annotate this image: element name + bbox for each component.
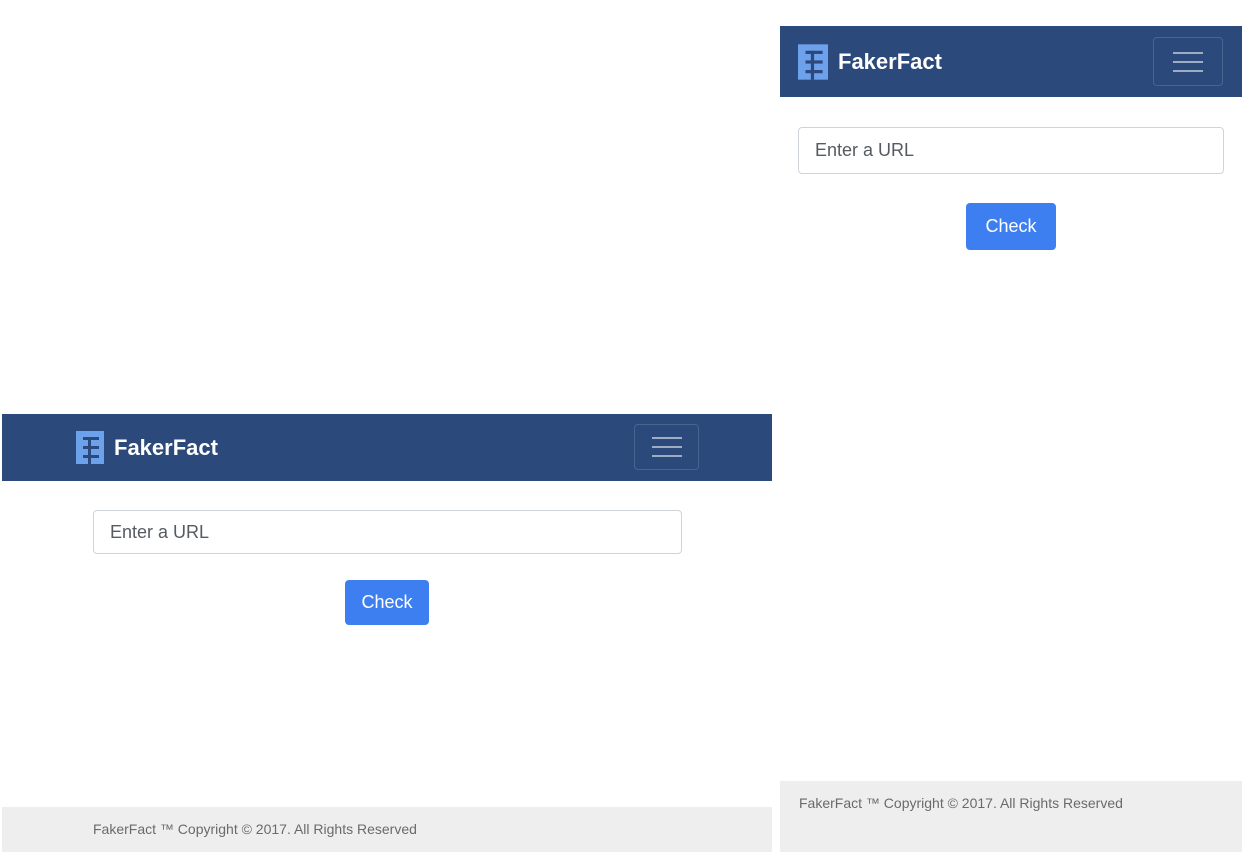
- navbar: FakerFact: [2, 414, 772, 481]
- footer: FakerFact ™ Copyright © 2017. All Rights…: [780, 781, 1242, 852]
- brand-link[interactable]: FakerFact: [76, 431, 218, 464]
- brand-link[interactable]: FakerFact: [798, 44, 942, 80]
- menu-toggle-button[interactable]: [1153, 37, 1223, 86]
- brand-name: FakerFact: [838, 49, 942, 74]
- fakerfact-logo-icon: [76, 431, 104, 464]
- brand-name: FakerFact: [114, 434, 218, 460]
- footer-text: FakerFact ™ Copyright © 2017. All Rights…: [93, 821, 417, 837]
- url-input[interactable]: [93, 510, 682, 554]
- menu-toggle-button[interactable]: [634, 424, 699, 470]
- fakerfact-logo-icon: [798, 44, 828, 80]
- check-button[interactable]: Check: [345, 580, 429, 625]
- navbar: FakerFact: [780, 26, 1242, 97]
- wide-view-panel: FakerFact Check FakerFact ™ Copyright © …: [2, 414, 772, 852]
- url-input[interactable]: [798, 127, 1224, 174]
- footer-text: FakerFact ™ Copyright © 2017. All Rights…: [799, 795, 1123, 811]
- hamburger-menu-icon: [1173, 51, 1203, 72]
- footer: FakerFact ™ Copyright © 2017. All Rights…: [2, 807, 772, 852]
- narrow-view-panel: FakerFact Check FakerFact ™ Copyright © …: [780, 26, 1242, 852]
- hamburger-menu-icon: [651, 437, 682, 457]
- check-button[interactable]: Check: [966, 203, 1056, 250]
